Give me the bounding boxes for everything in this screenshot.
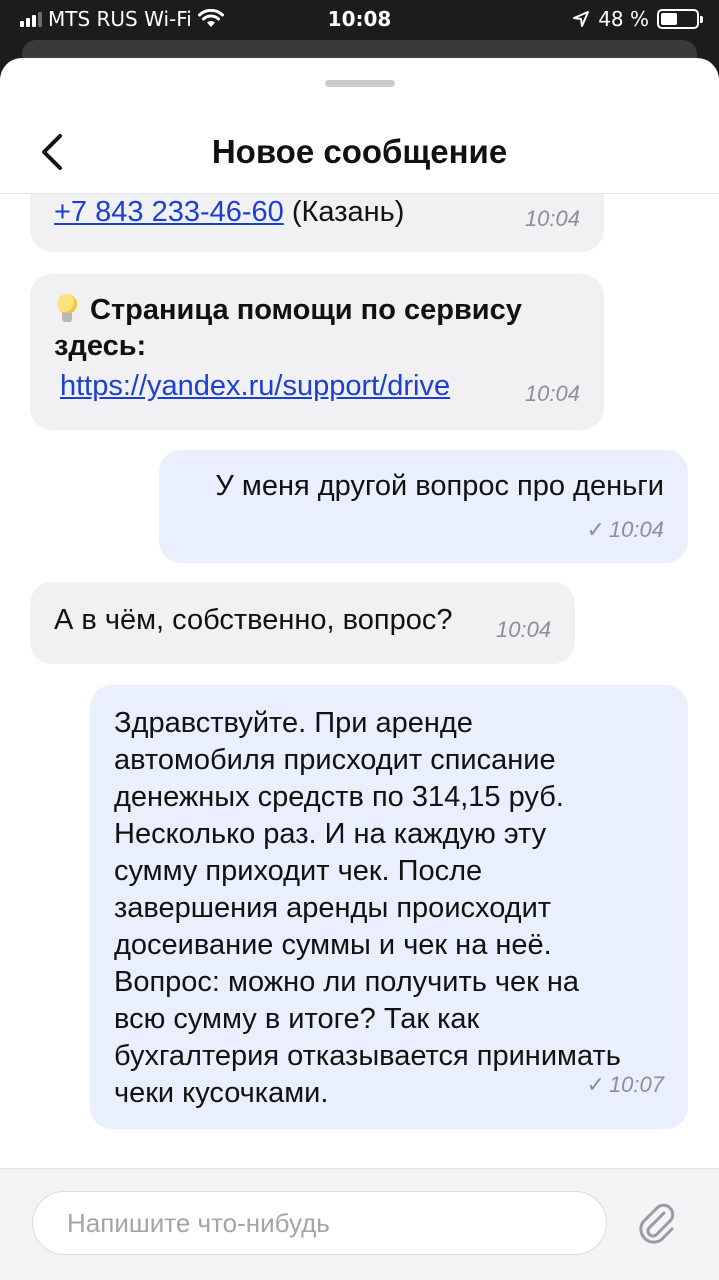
location-arrow-icon	[573, 11, 590, 27]
message-text: Здравствуйте. При аренде автомобиля прис…	[114, 707, 621, 1109]
message-incoming-contact: +7 843 233-46-60 (Казань) 10:04	[30, 194, 604, 252]
message-text: А в чём, собственно, вопрос?	[54, 604, 453, 636]
contact-line: +7 843 233-46-60 (Казань)	[54, 194, 404, 230]
message-time: 10:07	[608, 1072, 664, 1097]
message-time: 10:04	[496, 617, 552, 642]
lightbulb-icon	[54, 294, 80, 324]
page-title: Новое сообщение	[211, 133, 508, 170]
composer-bar: Напишите что-нибудь	[0, 1168, 719, 1280]
message-incoming-help: Страница помощи по сервису здесь: https:…	[30, 274, 604, 430]
help-heading: Страница помощи по сервису здесь:	[54, 292, 574, 364]
battery-icon	[657, 9, 703, 29]
message-time: 10:04	[524, 206, 580, 231]
battery-percent: 48 %	[598, 7, 649, 31]
help-heading-text: Страница помощи по сервису здесь:	[54, 294, 522, 362]
battery-fill	[661, 13, 678, 25]
checkmark-icon: ✓	[586, 517, 605, 542]
message-text: У меня другой вопрос про деньги	[215, 470, 664, 502]
city-label: (Казань)	[291, 196, 405, 228]
message-input[interactable]: Напишите что-нибудь	[32, 1191, 607, 1255]
message-outgoing-question: У меня другой вопрос про деньги ✓ 10:04	[159, 450, 688, 563]
support-link[interactable]: https://yandex.ru/support/drive	[60, 368, 450, 404]
message-time: 10:04	[608, 517, 664, 542]
sheet-grabber[interactable]	[325, 80, 395, 87]
message-time: 10:04	[524, 381, 580, 406]
status-right: 48 %	[572, 7, 703, 31]
message-meta: ✓ 10:07	[587, 1067, 665, 1103]
phone-link[interactable]: +7 843 233-46-60	[54, 196, 284, 228]
message-meta: ✓ 10:04	[587, 512, 665, 548]
message-incoming-reply: А в чём, собственно, вопрос? 10:04	[30, 582, 575, 664]
paperclip-icon[interactable]	[634, 1199, 678, 1247]
status-bar: MTS RUS Wi-Fi 10:08 48 %	[0, 0, 719, 42]
message-outgoing-long: Здравствуйте. При аренде автомобиля прис…	[90, 685, 688, 1129]
header: Новое сообщение	[0, 116, 719, 194]
message-sheet: Новое сообщение +7 843 233-46-60 (Казань…	[0, 58, 719, 1280]
checkmark-icon: ✓	[586, 1072, 605, 1097]
chat-area[interactable]: +7 843 233-46-60 (Казань) 10:04 Страница…	[0, 194, 719, 1168]
